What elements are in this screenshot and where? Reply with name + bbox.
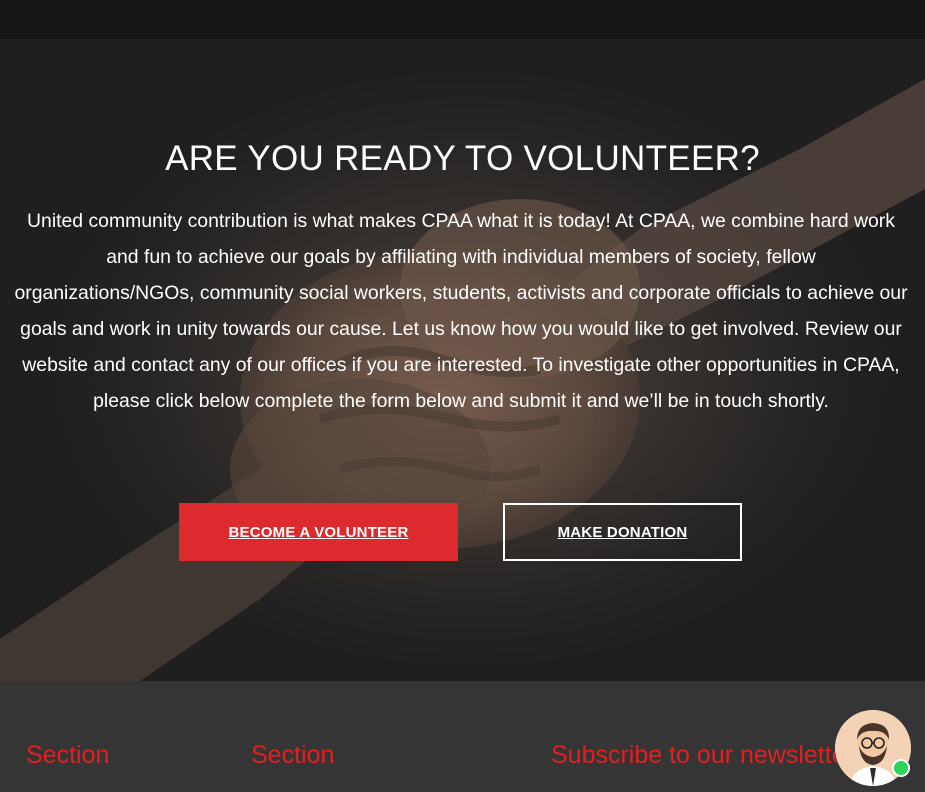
newsletter-heading: Subscribe to our newsletter [551,741,841,769]
page-title: ARE YOU READY TO VOLUNTEER? [165,139,760,178]
footer-section-heading-2: Section [251,741,335,769]
become-volunteer-button[interactable]: BECOME A VOLUNTEER [179,503,458,561]
top-navigation-bar [0,0,925,39]
volunteer-hero: ARE YOU READY TO VOLUNTEER? United commu… [0,39,925,681]
online-status-dot [892,759,910,777]
site-footer: Section Section Subscribe to our newslet… [0,681,925,792]
hero-description: United community contribution is what ma… [14,210,908,412]
footer-section-heading-1: Section [26,741,110,769]
make-donation-button[interactable]: MAKE DONATION [503,503,742,561]
